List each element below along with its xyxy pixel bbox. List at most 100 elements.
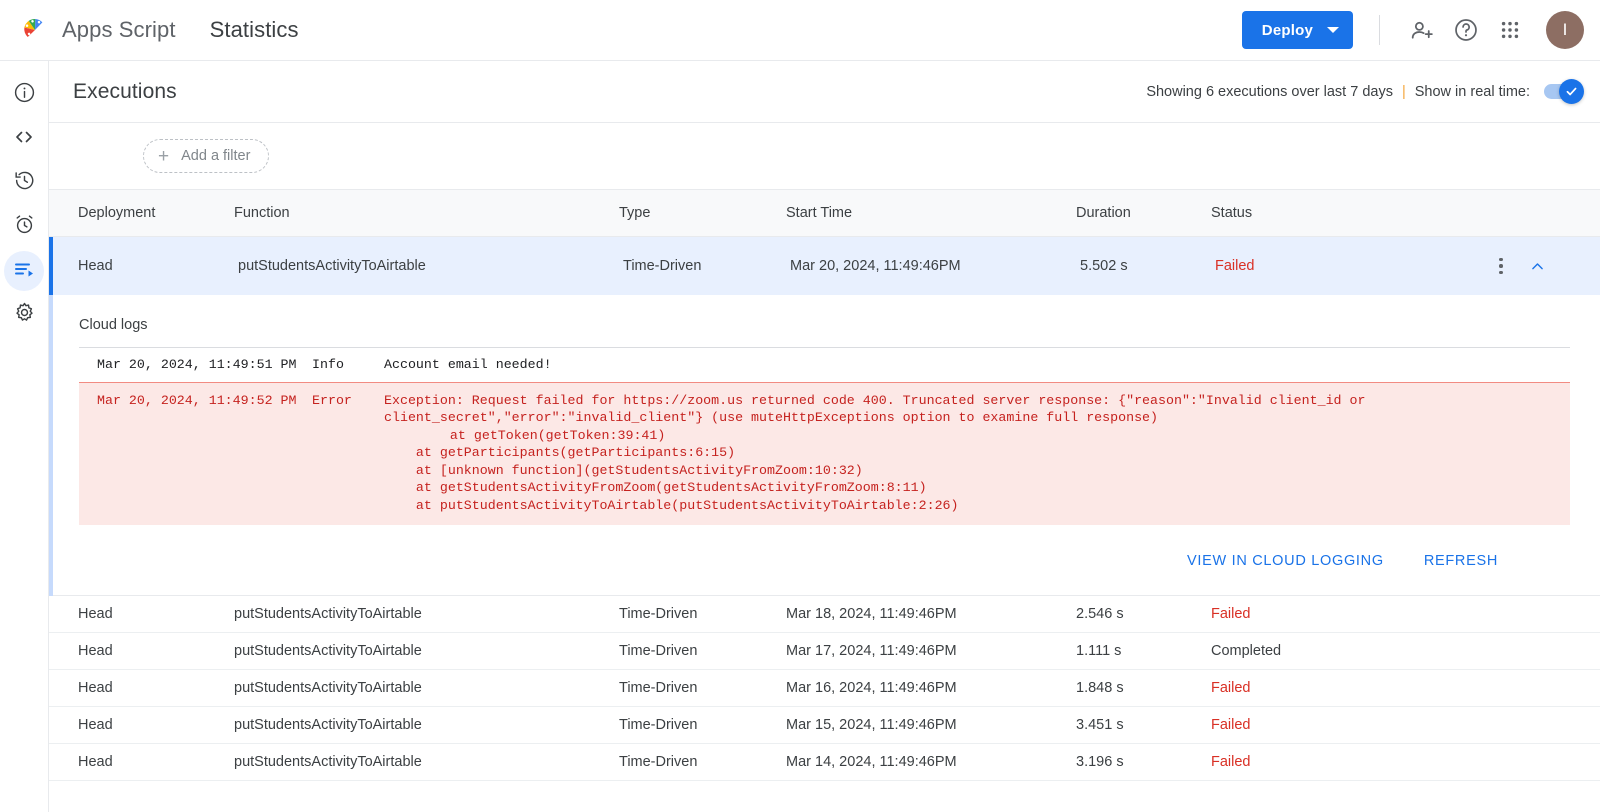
cell-function: putStudentsActivityToAirtable [238,258,426,274]
cell-function: putStudentsActivityToAirtable [234,717,422,733]
status-badge: Failed [1211,754,1251,770]
brand-name: Apps Script [62,17,176,42]
status-badge: Failed [1211,680,1251,696]
table-header-row: Deployment Function Type Start Time Dura… [49,189,1600,237]
app-body: Executions Showing 6 executions over las… [0,61,1600,812]
deploy-button[interactable]: Deploy [1241,11,1353,49]
column-header-start-time: Start Time [786,205,853,221]
apps-grid-icon[interactable] [1488,8,1532,52]
cell-function: putStudentsActivityToAirtable [234,643,422,659]
add-filter-label: Add a filter [181,148,251,164]
cell-function: putStudentsActivityToAirtable [234,754,422,770]
error-message: Exception: Request failed for https://zo… [384,392,1366,426]
cell-duration: 3.451 s [1076,717,1124,733]
avatar[interactable]: I [1546,11,1584,49]
add-filter-chip[interactable]: + Add a filter [143,139,270,173]
sidebar-item-project-settings[interactable] [4,295,44,335]
sidebar-item-versions[interactable] [4,163,44,203]
status-badge: Completed [1211,643,1282,659]
cell-function: putStudentsActivityToAirtable [234,680,422,696]
executions-table: Deployment Function Type Start Time Dura… [49,189,1600,781]
log-entry-info: Mar 20, 2024, 11:49:51 PM Info Account e… [79,348,1570,382]
error-timestamp: Mar 20, 2024, 11:49:52 PM [97,392,297,408]
realtime-label: Show in real time: [1414,83,1530,100]
cell-type: Time-Driven [619,643,698,659]
cell-type: Time-Driven [619,754,698,770]
status-badge: Failed [1211,606,1251,622]
sidebar-item-triggers[interactable] [4,207,44,247]
cell-start-time: Mar 16, 2024, 11:49:46PM [786,680,957,696]
status-badge: Failed [1211,717,1251,733]
cell-deployment: Head [78,754,113,770]
detail-bottom-spacer [79,569,1570,595]
column-header-status: Status [1211,205,1253,221]
table-row[interactable]: Head putStudentsActivityToAirtable Time-… [49,596,1600,633]
left-nav-rail [0,61,49,812]
cell-type: Time-Driven [619,606,698,622]
column-header-function: Function [234,205,290,221]
view-in-cloud-logging-link[interactable]: View in Cloud Logging [1187,553,1384,569]
alarm-clock-icon [13,213,36,241]
cell-start-time: Mar 15, 2024, 11:49:46PM [786,717,957,733]
column-header-duration: Duration [1076,205,1131,221]
top-app-bar: Apps Script Statistics Deploy I [0,0,1600,61]
cloud-logs-label: Cloud logs [79,317,148,333]
cell-duration: 2.546 s [1076,606,1124,622]
sidebar-item-editor[interactable] [4,119,44,159]
cell-start-time: Mar 20, 2024, 11:49:46PM [790,258,961,274]
log-message: Account email needed! [384,357,552,372]
cell-type: Time-Driven [619,717,698,733]
cell-type: Time-Driven [623,258,702,274]
execution-detail-panel: Cloud logs Mar 20, 2024, 11:49:51 PM Inf… [49,295,1600,596]
column-header-type: Type [619,205,651,221]
chevron-down-icon [1327,27,1339,33]
detail-action-links: View in Cloud Logging Refresh [79,525,1570,569]
header-separator: | [1401,83,1406,100]
cell-start-time: Mar 18, 2024, 11:49:46PM [786,606,957,622]
document-title[interactable]: Statistics [210,17,299,43]
cell-duration: 1.111 s [1076,643,1122,659]
history-clock-icon [13,169,36,197]
error-message-block: Exception: Request failed for https://zo… [384,392,1570,515]
more-vert-icon[interactable] [1495,252,1507,281]
chevron-up-icon[interactable] [1529,258,1546,275]
cell-deployment: Head [78,717,113,733]
cell-duration: 3.196 s [1076,754,1124,770]
topbar-actions: Deploy I [1241,8,1584,52]
log-timestamp: Mar 20, 2024, 11:49:51 PM [97,357,297,372]
apps-script-logo [18,13,52,47]
cell-deployment: Head [78,606,113,622]
status-badge: Failed [1215,258,1255,274]
refresh-link[interactable]: Refresh [1424,553,1498,569]
cell-type: Time-Driven [619,680,698,696]
log-level: Info [312,357,344,372]
cell-deployment: Head [78,643,113,659]
error-level: Error [312,392,352,408]
page-title: Executions [73,79,177,103]
cell-deployment: Head [78,258,113,274]
table-row[interactable]: Head putStudentsActivityToAirtable Time-… [49,633,1600,670]
executions-list-icon [12,257,36,286]
brand-area[interactable]: Apps Script [18,13,176,47]
row-actions [1495,252,1600,281]
table-row[interactable]: Head putStudentsActivityToAirtable Time-… [49,744,1600,781]
cell-function: putStudentsActivityToAirtable [234,606,422,622]
deploy-button-label: Deploy [1261,21,1313,39]
realtime-toggle[interactable] [1544,79,1584,104]
person-add-icon[interactable] [1400,8,1444,52]
executions-main-panel: Executions Showing 6 executions over las… [49,61,1600,812]
filter-bar: + Add a filter [49,123,1600,189]
sidebar-item-executions[interactable] [4,251,44,291]
detail-inner: Cloud logs Mar 20, 2024, 11:49:51 PM Inf… [53,295,1600,595]
table-row[interactable]: Head putStudentsActivityToAirtable Time-… [49,670,1600,707]
cell-duration: 1.848 s [1076,680,1124,696]
toggle-knob [1559,79,1584,104]
cell-start-time: Mar 17, 2024, 11:49:46PM [786,643,957,659]
help-circle-icon[interactable] [1444,8,1488,52]
cell-deployment: Head [78,680,113,696]
table-row[interactable]: Head putStudentsActivityToAirtable Time-… [49,237,1600,295]
sidebar-item-overview[interactable] [4,75,44,115]
table-row[interactable]: Head putStudentsActivityToAirtable Time-… [49,707,1600,744]
code-brackets-icon [12,125,36,154]
check-icon [1566,87,1577,96]
